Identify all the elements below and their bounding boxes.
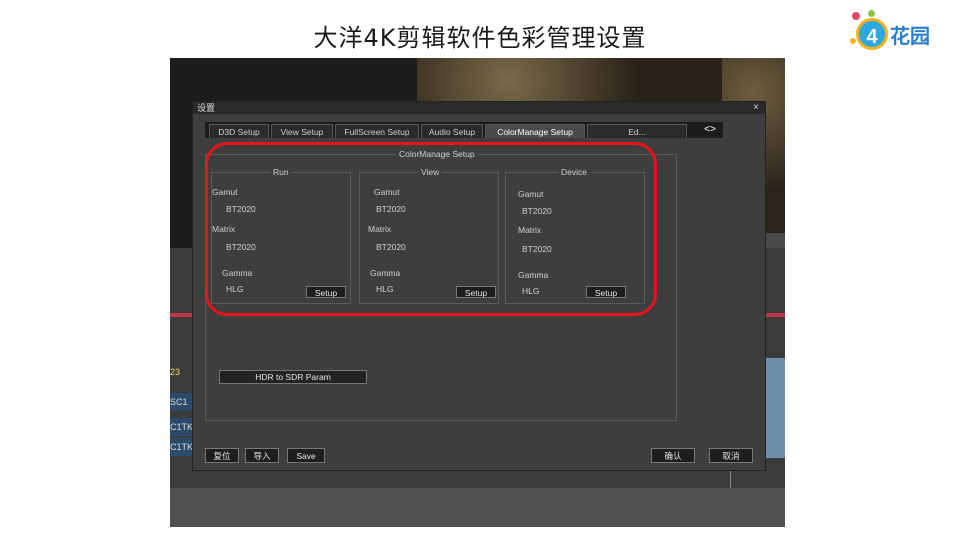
track-clips [765, 358, 785, 458]
dialog-titlebar[interactable] [193, 102, 765, 114]
tab-view-setup[interactable]: View Setup [271, 124, 333, 138]
reset-button[interactable]: 复位 [205, 448, 239, 463]
hdr-to-sdr-param-button[interactable]: HDR to SDR Param [219, 370, 367, 384]
logo-badge: 4 [856, 18, 888, 50]
brand-logo: 4 花园 [848, 8, 948, 58]
logo-text: 花园 [890, 24, 930, 48]
tab-scroll-arrows-icon[interactable]: <> [698, 122, 722, 138]
confirm-button[interactable]: 确认 [651, 448, 695, 463]
close-icon[interactable]: × [753, 102, 759, 114]
tab-bar: D3D Setup View Setup FullScreen Setup Au… [205, 122, 723, 138]
track-label[interactable]: C1TK3 [170, 418, 198, 436]
slide-title: 大洋4K剪辑软件色彩管理设置 [313, 24, 647, 52]
tab-fullscreen-setup[interactable]: FullScreen Setup [335, 124, 419, 138]
bottom-bar [170, 488, 785, 527]
cancel-button[interactable]: 取消 [709, 448, 753, 463]
highlight-annotation [205, 142, 657, 316]
video-preview [417, 58, 722, 103]
import-button[interactable]: 导入 [245, 448, 279, 463]
track-label[interactable]: C1TK1 [170, 438, 198, 456]
save-button[interactable]: Save [287, 448, 325, 463]
track-label[interactable]: 23 [170, 363, 194, 381]
tab-colormanage-setup[interactable]: ColorManage Setup [485, 124, 585, 138]
track-label[interactable]: SC1 [170, 393, 194, 411]
tab-d3d-setup[interactable]: D3D Setup [209, 124, 269, 138]
tab-audio-setup[interactable]: Audio Setup [421, 124, 483, 138]
dialog-title: 设置 [197, 103, 216, 113]
tab-edit[interactable]: Ed... [587, 124, 687, 138]
